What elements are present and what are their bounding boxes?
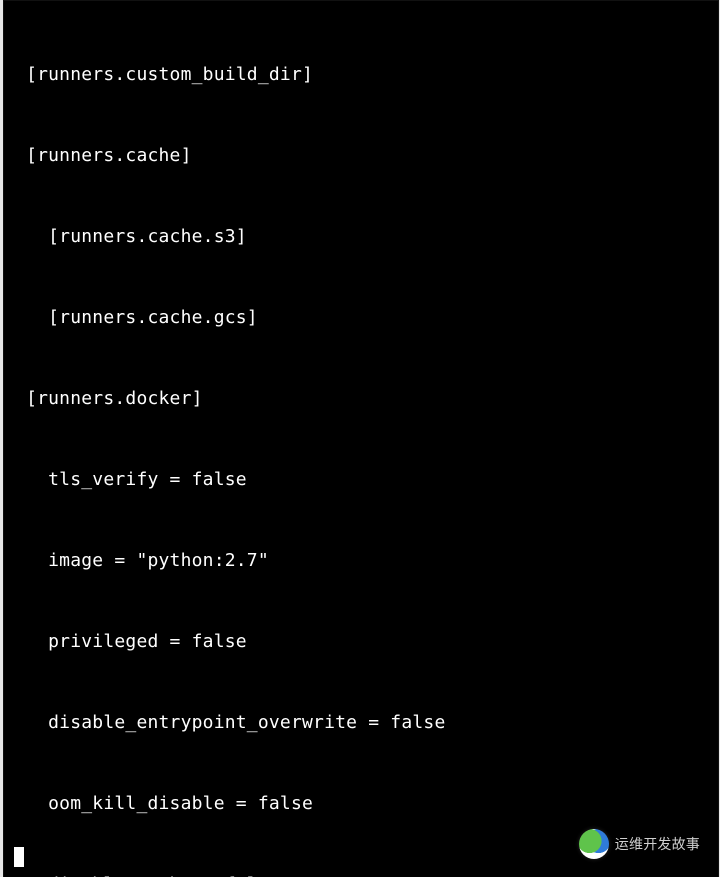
config-line: oom_kill_disable = false <box>4 790 718 817</box>
config-line: privileged = false <box>4 628 718 655</box>
config-line: tls_verify = false <box>4 466 718 493</box>
watermark-text: 运维开发故事 <box>615 831 700 858</box>
config-line: image = "python:2.7" <box>4 547 718 574</box>
config-line: [runners.cache] <box>4 142 718 169</box>
wechat-logo-icon <box>579 829 609 859</box>
config-line: [runners.docker] <box>4 385 718 412</box>
config-line: [runners.cache.s3] <box>4 223 718 250</box>
config-line: [runners.cache.gcs] <box>4 304 718 331</box>
config-line: [runners.custom_build_dir] <box>4 61 718 88</box>
config-line: disable_cache = false <box>4 871 718 877</box>
terminal-cursor <box>14 847 24 867</box>
config-line: disable_entrypoint_overwrite = false <box>4 709 718 736</box>
watermark-badge: 运维开发故事 <box>579 829 700 859</box>
terminal-window: [runners.custom_build_dir] [runners.cach… <box>3 0 719 877</box>
